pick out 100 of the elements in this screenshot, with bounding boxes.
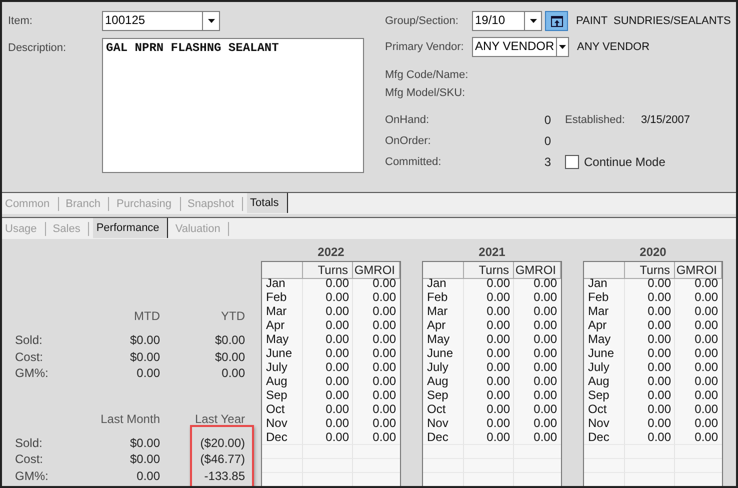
group-section-combo[interactable]: 19/10 — [472, 11, 542, 31]
item-combo[interactable]: 100125 — [102, 11, 220, 31]
gmroi-cell-text: 0.00 — [694, 360, 719, 374]
year-title: 2022 — [318, 244, 344, 261]
month-cell-text: July — [265, 360, 288, 374]
gmroi-cell-text: 0.00 — [372, 360, 397, 374]
month-cell-text: Oct — [587, 402, 608, 416]
gmroi-cell-text: 0.00 — [532, 360, 558, 374]
gmroi-cell-text: 0.00 — [694, 276, 719, 290]
gmroi-cell-text: 0.00 — [372, 318, 397, 332]
turns-cell-text: 0.00 — [486, 290, 511, 304]
primary-vendor-combo[interactable]: ANY VENDOR — [472, 37, 569, 57]
month-cell-text: Aug — [426, 374, 450, 388]
gmroi-cell-text: 0.00 — [532, 416, 558, 430]
turns-cell-text: 0.00 — [486, 388, 511, 402]
turns-cell-text: 0.00 — [486, 318, 511, 332]
turns-cell-text: 0.00 — [646, 304, 672, 318]
month-cell-text: Mar — [426, 304, 449, 318]
row-label: Cost: — [15, 348, 44, 365]
sub-tab[interactable]: Performance — [93, 218, 168, 238]
row-label: GM%: — [15, 365, 50, 382]
gmroi-cell-text: 0.00 — [532, 304, 558, 318]
column-header: Turns — [464, 262, 514, 279]
value-cell: 0.00 — [136, 468, 160, 484]
value-cell: ($46.77) — [200, 451, 245, 468]
turns-cell-text: 0.00 — [646, 430, 672, 444]
gmroi-cell-text: 0.00 — [372, 346, 397, 360]
group-section-name: PAINT SUNDRIES/SEALANTS — [576, 15, 731, 27]
month-cell-text: Feb — [587, 290, 610, 304]
gmroi-cell-text: 0.00 — [694, 402, 719, 416]
month-cell-text: July — [426, 360, 450, 374]
gmroi-cell-text: 0.00 — [372, 332, 397, 346]
month-cell-text: Dec — [426, 430, 450, 444]
year-title: 2020 — [640, 244, 666, 261]
turns-cell-text: 0.00 — [646, 388, 672, 402]
description-field[interactable]: GAL NPRN FLASHNG SEALANT — [102, 38, 364, 173]
turns-cell-text: 0.00 — [486, 402, 511, 416]
turns-cell-text: 0.00 — [646, 416, 672, 430]
turns-cell-text: 0.00 — [646, 346, 672, 360]
sub-tab[interactable]: Sales — [50, 222, 90, 236]
mfg-label: Mfg Model/SKU: — [385, 87, 466, 99]
value-cell: $0.00 — [130, 434, 160, 451]
row-label: GM%: — [15, 468, 50, 484]
tab[interactable]: Common — [2, 196, 59, 210]
tab[interactable]: Snapshot — [184, 196, 244, 210]
month-cell-text: May — [587, 332, 612, 346]
month-cell-text: Oct — [265, 402, 286, 416]
turns-cell-text: 0.00 — [486, 346, 511, 360]
turns-cell-text: 0.00 — [486, 374, 511, 388]
tab[interactable]: Totals — [247, 193, 288, 213]
turns-cell-text: 0.00 — [324, 416, 350, 430]
turns-cell-text: 0.00 — [324, 430, 350, 444]
turns-cell-text: 0.00 — [324, 346, 350, 360]
column-header: GMROI — [353, 262, 400, 279]
value-cell: $0.00 — [130, 348, 160, 365]
gmroi-cell-text: 0.00 — [694, 430, 719, 444]
value-cell: $0.00 — [130, 332, 160, 348]
tab[interactable]: Branch — [62, 196, 110, 210]
value-cell: ($20.00) — [200, 434, 245, 451]
month-cell-text: Nov — [265, 416, 288, 430]
year-title: 2021 — [478, 244, 506, 261]
month-cell-text: Mar — [587, 304, 610, 318]
column-header: YTD — [221, 309, 245, 325]
column-header: GMROI — [514, 262, 561, 279]
mfg-label: Mfg Code/Name: — [385, 69, 470, 81]
gmroi-cell-text: 0.00 — [372, 402, 397, 416]
gmroi-cell-text: 0.00 — [532, 346, 558, 360]
turns-cell-text: 0.00 — [646, 332, 672, 346]
turns-cell-text: 0.00 — [486, 430, 511, 444]
gmroi-cell-text: 0.00 — [694, 388, 719, 402]
month-cell-text: Aug — [265, 374, 288, 388]
turns-cell-text: 0.00 — [324, 360, 350, 374]
column-header: Last Year — [194, 412, 245, 428]
month-cell-text: June — [265, 346, 294, 360]
turns-cell-text: 0.00 — [486, 416, 511, 430]
gmroi-cell-text: 0.00 — [532, 332, 558, 346]
value-cell: $0.00 — [214, 348, 245, 365]
gmroi-cell-text: 0.00 — [694, 346, 719, 360]
month-cell-text: Nov — [587, 416, 610, 430]
gmroi-cell-text: 0.00 — [372, 276, 397, 290]
tab[interactable]: Purchasing — [113, 196, 181, 210]
turns-cell-text: 0.00 — [324, 374, 350, 388]
value-cell: $0.00 — [214, 332, 245, 348]
value-cell: $0.00 — [130, 451, 160, 468]
sub-tab[interactable]: Valuation — [172, 222, 230, 236]
gmroi-cell-text: 0.00 — [532, 318, 558, 332]
sub-tab[interactable]: Usage — [2, 222, 46, 236]
gmroi-cell-text: 0.00 — [694, 416, 719, 430]
established-label: Established: — [565, 114, 626, 126]
vendor-name: ANY VENDOR — [577, 41, 650, 53]
month-cell-text: Dec — [587, 430, 610, 444]
quantity-value: 0 — [543, 113, 552, 127]
gmroi-cell-text: 0.00 — [372, 290, 397, 304]
turns-cell-text: 0.00 — [646, 374, 672, 388]
month-cell-text: Sep — [587, 388, 610, 402]
gmroi-cell-text: 0.00 — [694, 374, 719, 388]
gmroi-cell-text: 0.00 — [694, 318, 719, 332]
turns-cell-text: 0.00 — [486, 332, 511, 346]
gmroi-cell-text: 0.00 — [694, 290, 719, 304]
month-cell-text: Apr — [265, 318, 286, 332]
